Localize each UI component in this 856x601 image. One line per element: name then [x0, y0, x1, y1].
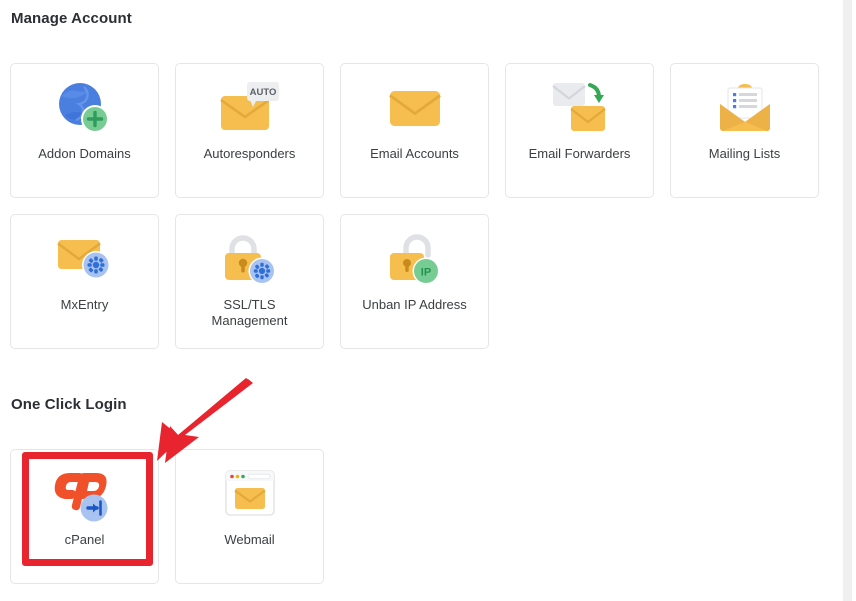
tile-label: Autoresponders	[203, 146, 296, 161]
tile-label: Webmail	[224, 532, 275, 547]
lock-gear-icon	[176, 215, 323, 297]
browser-envelope-icon	[176, 450, 323, 532]
tile-autoresponders[interactable]: AUTO Autoresponders	[175, 63, 324, 198]
one-click-login-tile-grid: cPanel Webmail	[10, 449, 830, 584]
main-content: Manage Account Addon Domains AUTO Autore…	[0, 0, 843, 601]
tile-label: MxEntry	[60, 297, 109, 312]
tile-label: Email Accounts	[370, 146, 459, 161]
tile-mxentry[interactable]: MxEntry	[10, 214, 159, 349]
section-title-manage-account: Manage Account	[11, 10, 132, 27]
tile-ssl-tls-management[interactable]: SSL/TLS Management	[175, 214, 324, 349]
envelope-forward-icon	[506, 64, 653, 146]
globe-plus-icon	[11, 64, 158, 146]
envelope-list-icon	[671, 64, 818, 146]
tile-mailing-lists[interactable]: Mailing Lists	[670, 63, 819, 198]
cpanel-login-icon	[11, 450, 158, 532]
scrollbar-track[interactable]	[843, 0, 852, 601]
tile-label: Email Forwarders	[528, 146, 631, 161]
tile-label: cPanel	[64, 532, 105, 547]
unlock-ip-icon: IP	[341, 215, 488, 297]
envelope-icon	[341, 64, 488, 146]
tile-email-forwarders[interactable]: Email Forwarders	[505, 63, 654, 198]
envelope-auto-icon: AUTO	[176, 64, 323, 146]
tile-email-accounts[interactable]: Email Accounts	[340, 63, 489, 198]
tile-unban-ip-address[interactable]: IP Unban IP Address	[340, 214, 489, 349]
auto-badge-text: AUTO	[249, 87, 276, 98]
tile-label: Unban IP Address	[362, 297, 467, 312]
tile-webmail[interactable]: Webmail	[175, 449, 324, 584]
section-title-one-click-login: One Click Login	[11, 396, 127, 413]
tile-label: Mailing Lists	[708, 146, 781, 161]
page-root: Manage Account Addon Domains AUTO Autore…	[0, 0, 856, 601]
tile-addon-domains[interactable]: Addon Domains	[10, 63, 159, 198]
ip-badge-text: IP	[420, 267, 430, 279]
tile-cpanel[interactable]: cPanel	[10, 449, 159, 584]
envelope-gear-icon	[11, 215, 158, 297]
tile-label: SSL/TLS Management	[211, 297, 288, 328]
tile-label: Addon Domains	[38, 146, 131, 161]
manage-account-tile-grid: Addon Domains AUTO Autoresponders Email …	[10, 63, 830, 349]
